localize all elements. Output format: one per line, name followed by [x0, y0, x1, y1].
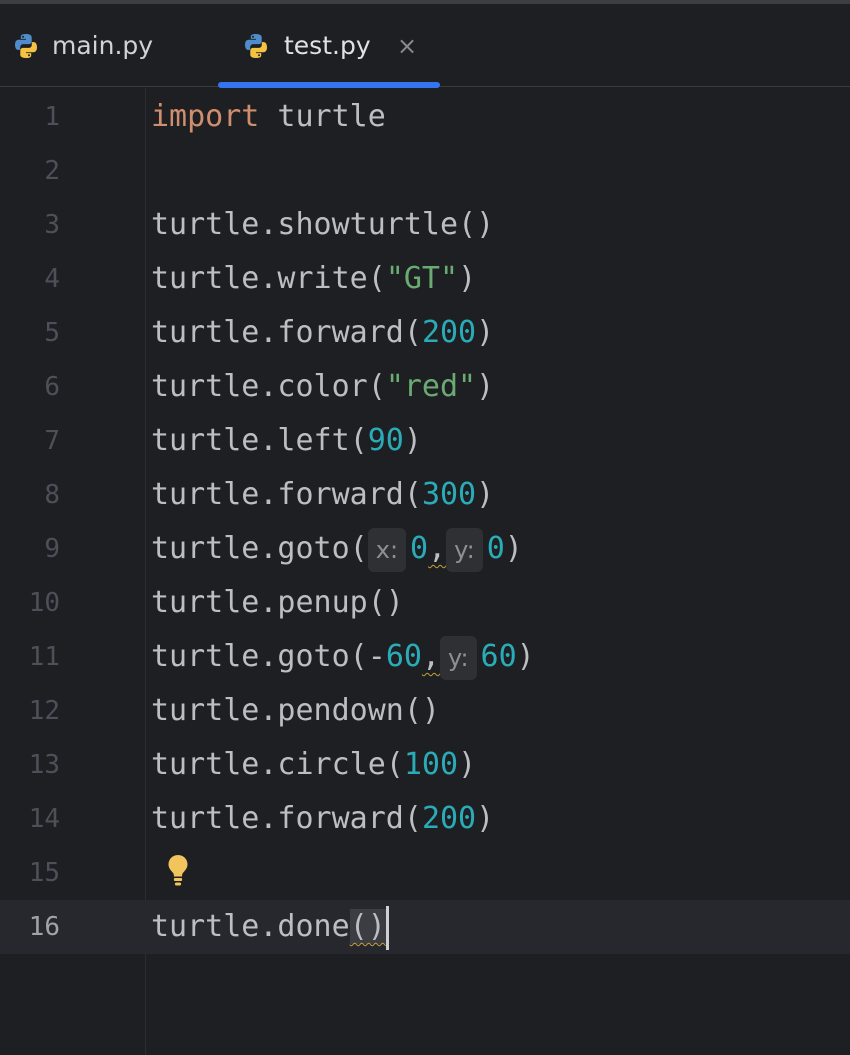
matched-parens: () [349, 909, 386, 944]
code-paren: ) [476, 315, 495, 350]
code-call: turtle.forward( [151, 477, 422, 512]
code-text: turtle.forward(200) [151, 306, 494, 360]
line-number: 15 [28, 858, 60, 888]
keyword: import [151, 99, 260, 134]
code-text: turtle.goto(-60, y: 60) [151, 630, 535, 684]
code-paren: ) [504, 531, 523, 566]
lightbulb-icon[interactable] [164, 853, 192, 889]
code-call: turtle.color( [151, 369, 386, 404]
code-call: turtle.forward( [151, 801, 422, 836]
number-literal: 200 [421, 315, 477, 350]
tab-label: test.py [284, 31, 371, 60]
code-text: turtle.done() [151, 900, 389, 954]
code-line-5[interactable]: 5 turtle.forward(200) [0, 306, 850, 360]
code-call: turtle.write( [151, 261, 386, 296]
string-literal: "GT" [385, 261, 459, 296]
line-number: 13 [28, 750, 60, 780]
code-text: turtle.write("GT") [151, 252, 476, 306]
line-number: 4 [44, 264, 60, 294]
code-line-8[interactable]: 8 turtle.forward(300) [0, 468, 850, 522]
code-line-2[interactable]: 2 [0, 144, 850, 198]
number-literal: 0 [410, 531, 429, 566]
number-literal: 90 [367, 423, 404, 458]
code-text: turtle.color("red") [151, 360, 494, 414]
code-paren: ) [476, 477, 495, 512]
close-tab-icon[interactable]: × [396, 31, 418, 61]
line-number: 11 [28, 642, 60, 672]
comma-warning: , [428, 531, 447, 566]
code-line-13[interactable]: 13 turtle.circle(100) [0, 738, 850, 792]
code-paren: ) [476, 369, 495, 404]
code-paren: ) [403, 423, 422, 458]
code-text: turtle.left(90) [151, 414, 422, 468]
string-literal: "red" [385, 369, 477, 404]
number-literal: 0 [486, 531, 505, 566]
parameter-hint-y: y: [440, 635, 477, 680]
line-number: 10 [28, 588, 60, 618]
code-line-14[interactable]: 14 turtle.forward(200) [0, 792, 850, 846]
line-number: 5 [44, 318, 60, 348]
line-number: 6 [44, 372, 60, 402]
code-line-10[interactable]: 10 turtle.penup() [0, 576, 850, 630]
code-text: turtle.forward(300) [151, 468, 494, 522]
code-text: turtle.forward(200) [151, 792, 494, 846]
number-literal: 300 [421, 477, 477, 512]
line-number: 14 [28, 804, 60, 834]
python-icon [245, 34, 267, 58]
number-literal: 100 [403, 747, 459, 782]
number-literal: 60 [385, 639, 422, 674]
code-line-6[interactable]: 6 turtle.color("red") [0, 360, 850, 414]
editor-tab-bar: main.py test.py × [0, 4, 850, 88]
code-rest: turtle [259, 99, 386, 134]
code-line-12[interactable]: 12 turtle.pendown() [0, 684, 850, 738]
code-line-16[interactable]: 16 turtle.done() [0, 900, 850, 954]
number-literal: 60 [480, 639, 517, 674]
code-text: turtle.showturtle() [151, 207, 495, 242]
code-call: turtle.forward( [151, 315, 422, 350]
text-caret [385, 905, 389, 950]
code-line-1[interactable]: 1 import turtle [0, 90, 850, 144]
code-line-11[interactable]: 11 turtle.goto(-60, y: 60) [0, 630, 850, 684]
code-paren: ) [458, 261, 477, 296]
code-text: turtle.goto(x: 0, y: 0) [151, 522, 523, 576]
code-line-9[interactable]: 9 turtle.goto(x: 0, y: 0) [0, 522, 850, 576]
code-text: turtle.pendown() [151, 693, 440, 728]
parameter-hint-y: y: [446, 527, 483, 572]
code-text: turtle.penup() [151, 585, 404, 620]
line-number: 8 [44, 480, 60, 510]
parameter-hint-x: x: [367, 527, 407, 572]
line-number: 16 [28, 912, 60, 942]
code-call: turtle.left( [151, 423, 368, 458]
code-paren: ) [476, 801, 495, 836]
comma-warning: , [421, 639, 440, 674]
line-number: 2 [44, 156, 60, 186]
code-call: turtle.circle( [151, 747, 404, 782]
line-number: 1 [44, 102, 60, 132]
code-paren: ) [458, 747, 477, 782]
line-number: 7 [44, 426, 60, 456]
code-call: turtle.goto( [151, 531, 368, 566]
tab-main-py[interactable]: main.py [0, 4, 215, 87]
code-call: turtle.done [151, 909, 350, 944]
code-paren: ) [516, 639, 535, 674]
code-editor[interactable]: 1 import turtle 2 3 turtle.showturtle() … [0, 88, 850, 1055]
line-number: 9 [44, 534, 60, 564]
code-line-7[interactable]: 7 turtle.left(90) [0, 414, 850, 468]
tab-test-py[interactable]: test.py × [218, 4, 440, 88]
code-text: import turtle [151, 90, 386, 144]
number-literal: 200 [421, 801, 477, 836]
code-line-15[interactable]: 15 [0, 846, 850, 900]
python-icon [15, 34, 37, 58]
code-call: turtle.goto(- [151, 639, 386, 674]
line-number: 12 [28, 696, 60, 726]
code-text: turtle.circle(100) [151, 738, 476, 792]
tab-label: main.py [52, 31, 154, 60]
code-line-4[interactable]: 4 turtle.write("GT") [0, 252, 850, 306]
line-number: 3 [44, 210, 60, 240]
code-line-3[interactable]: 3 turtle.showturtle() [0, 198, 850, 252]
